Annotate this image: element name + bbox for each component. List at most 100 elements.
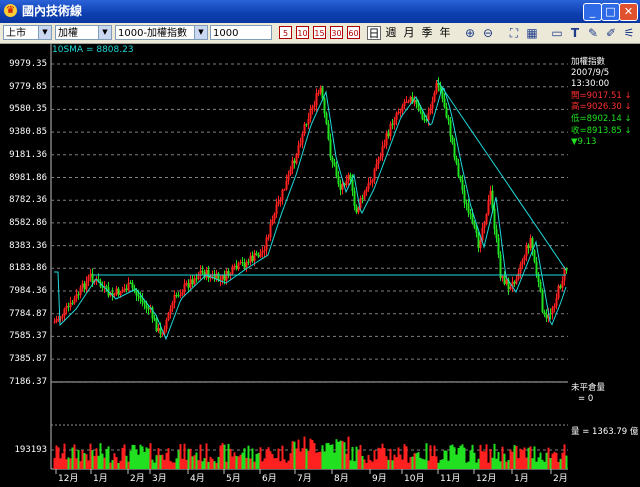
line-icon[interactable]: ▭ bbox=[549, 25, 565, 41]
period-week-button[interactable]: 週 bbox=[384, 26, 398, 40]
code-input[interactable]: 1000 bbox=[210, 25, 272, 40]
fit-screen-icon[interactable]: ⛶ bbox=[506, 25, 522, 41]
volume-bar bbox=[487, 462, 490, 469]
volume-bar bbox=[77, 449, 80, 469]
candle-body bbox=[383, 145, 386, 147]
volume-bar bbox=[271, 454, 274, 469]
period-10-button[interactable]: 10 bbox=[296, 26, 309, 39]
x-tick-label: 4月 bbox=[190, 474, 205, 484]
candle-body bbox=[189, 279, 192, 288]
title-bar: ♛ 國內技術線 _ □ ✕ bbox=[0, 0, 640, 23]
candle-body bbox=[477, 232, 480, 248]
period-60-button[interactable]: 60 bbox=[347, 26, 360, 39]
pencil-icon[interactable]: ✎ bbox=[585, 25, 601, 41]
x-tick-label: 10月 bbox=[404, 474, 425, 484]
period-30-button[interactable]: 30 bbox=[330, 26, 343, 39]
x-tick-label: 5月 bbox=[226, 474, 241, 484]
candle-body bbox=[347, 174, 350, 182]
chevron-down-icon[interactable]: ▼ bbox=[98, 26, 111, 39]
volume-tick: 193193 bbox=[14, 445, 47, 455]
candle-body bbox=[283, 189, 286, 191]
volume-bar bbox=[317, 452, 320, 469]
candle-body bbox=[67, 306, 70, 308]
candle-body bbox=[181, 292, 184, 296]
y-tick-label: 9181.36 bbox=[9, 149, 47, 160]
stock-select[interactable]: 加權 ▼ bbox=[55, 25, 112, 40]
candle-body bbox=[129, 282, 132, 284]
period-year-button[interactable]: 年 bbox=[438, 26, 452, 40]
volume-bar bbox=[323, 451, 326, 469]
candle-body bbox=[63, 308, 66, 316]
period-month-button[interactable]: 月 bbox=[402, 26, 416, 40]
volume-bar bbox=[457, 447, 460, 469]
price-chart[interactable]: 9979.35 9779.85 9580.35 9380.85 9181.36 8981.… bbox=[0, 44, 640, 487]
candle-body bbox=[445, 107, 448, 118]
volume-bar bbox=[421, 458, 424, 469]
volume-bar bbox=[559, 458, 562, 469]
volume-bar bbox=[195, 452, 198, 469]
candle-body bbox=[141, 298, 144, 303]
volume-bar bbox=[459, 445, 462, 469]
candle-body bbox=[89, 273, 92, 277]
volume-bar bbox=[265, 449, 268, 469]
volume-bar bbox=[279, 461, 282, 469]
candle-body bbox=[503, 276, 506, 285]
y-tick-label: 8183.86 bbox=[9, 263, 47, 274]
volume-bar bbox=[551, 453, 554, 469]
volume-bar bbox=[427, 460, 430, 469]
volume-bar bbox=[507, 459, 510, 469]
candle-body bbox=[405, 101, 408, 103]
period-15-button[interactable]: 15 bbox=[313, 26, 326, 39]
maximize-button[interactable]: □ bbox=[601, 3, 620, 21]
candle-body bbox=[235, 265, 238, 270]
volume-bar bbox=[79, 461, 82, 469]
volume-bar bbox=[129, 450, 132, 469]
candle-body bbox=[479, 240, 482, 248]
candle-body bbox=[351, 179, 354, 192]
volume-bar bbox=[133, 445, 136, 469]
volume-bar bbox=[203, 458, 206, 469]
candle-body bbox=[327, 123, 330, 140]
volume-bar bbox=[503, 453, 506, 469]
volume-bar bbox=[357, 450, 360, 469]
text-tool-icon[interactable]: T bbox=[567, 25, 583, 41]
zoom-out-icon[interactable]: ⊖ bbox=[480, 25, 496, 41]
candle-body bbox=[401, 105, 404, 112]
chevron-down-icon[interactable]: ▼ bbox=[194, 26, 207, 39]
volume-bar bbox=[301, 448, 304, 469]
volume-bar bbox=[169, 460, 172, 469]
candle-body bbox=[267, 237, 270, 239]
candle-body bbox=[447, 117, 450, 121]
brush-icon[interactable]: ✐ bbox=[603, 25, 619, 41]
candle-body bbox=[355, 205, 358, 213]
period-quarter-button[interactable]: 季 bbox=[420, 26, 434, 40]
volume-bar bbox=[335, 439, 338, 469]
volume-bar bbox=[343, 442, 346, 469]
volume-bar bbox=[61, 453, 64, 469]
candle-body bbox=[125, 288, 128, 291]
minimize-button[interactable]: _ bbox=[583, 3, 602, 21]
info-change: ▼9.13 bbox=[571, 137, 597, 147]
grid-icon[interactable]: ▦ bbox=[524, 25, 540, 41]
close-button[interactable]: ✕ bbox=[619, 3, 638, 21]
market-select[interactable]: 上市 ▼ bbox=[3, 25, 52, 40]
volume-bar bbox=[239, 454, 242, 469]
candle-body bbox=[65, 306, 68, 309]
toolbar: 上市 ▼ 加權 ▼ 1000-加權指數 ▼ 1000 5 10 15 30 60… bbox=[0, 23, 640, 44]
chevron-down-icon[interactable]: ▼ bbox=[38, 26, 51, 39]
candle-body bbox=[207, 269, 210, 279]
index-select[interactable]: 1000-加權指數 ▼ bbox=[115, 25, 208, 40]
volume-bar bbox=[527, 447, 530, 469]
window-title: 國內技術線 bbox=[22, 4, 83, 18]
volume-bar bbox=[399, 454, 402, 469]
chart-options-icon[interactable]: ⚟ bbox=[621, 25, 637, 41]
candle-body bbox=[179, 295, 182, 297]
zoom-in-icon[interactable]: ⊕ bbox=[462, 25, 478, 41]
volume-bar bbox=[297, 439, 300, 469]
volume-bar bbox=[263, 458, 266, 469]
volume-bar bbox=[135, 449, 138, 469]
period-day-button[interactable]: 日 bbox=[367, 26, 381, 40]
candle-body bbox=[335, 165, 338, 177]
period-5-button[interactable]: 5 bbox=[279, 26, 292, 39]
candle-body bbox=[385, 133, 388, 146]
